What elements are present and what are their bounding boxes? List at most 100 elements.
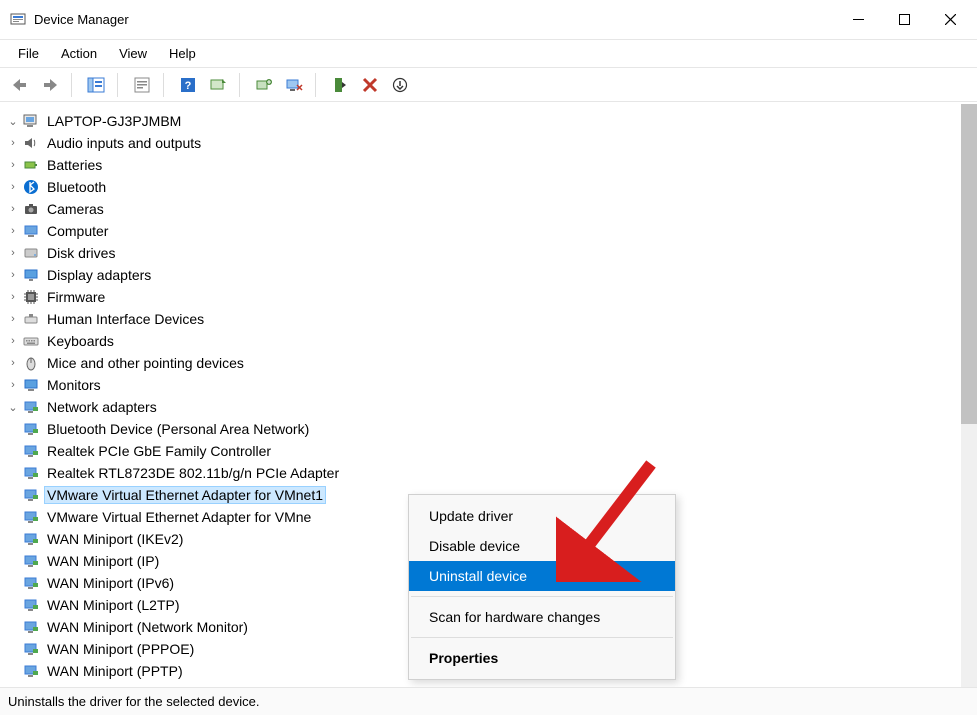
tree-device-label: WAN Miniport (Network Monitor) xyxy=(44,618,251,636)
expand-icon[interactable]: › xyxy=(6,379,20,391)
expand-icon[interactable]: › xyxy=(6,181,20,193)
tree-device-label: WAN Miniport (IP) xyxy=(44,552,162,570)
tree-category[interactable]: › Cameras xyxy=(6,198,977,220)
menu-view[interactable]: View xyxy=(109,42,157,65)
network-adapter-icon xyxy=(22,508,40,526)
tree-device-label: WAN Miniport (PPPOE) xyxy=(44,640,197,658)
tree-category[interactable]: › Firmware xyxy=(6,286,977,308)
tree-category[interactable]: › Monitors xyxy=(6,374,977,396)
computer-root-icon xyxy=(22,112,40,130)
ctx-properties[interactable]: Properties xyxy=(409,643,675,673)
scrollbar-thumb[interactable] xyxy=(961,104,977,424)
bluetooth-icon xyxy=(22,178,40,196)
tree-category[interactable]: › Human Interface Devices xyxy=(6,308,977,330)
show-hide-tree-button[interactable] xyxy=(82,72,110,98)
tree-category[interactable]: › Disk drives xyxy=(6,242,977,264)
tree-category-network[interactable]: ⌄ Network adapters xyxy=(6,396,977,418)
tree-category[interactable]: › Computer xyxy=(6,220,977,242)
status-text: Uninstalls the driver for the selected d… xyxy=(8,694,259,709)
network-adapter-icon xyxy=(22,420,40,438)
expand-icon[interactable]: › xyxy=(6,269,20,281)
enable-device-button[interactable] xyxy=(326,72,354,98)
tree-device[interactable]: Realtek PCIe GbE Family Controller xyxy=(6,440,977,462)
expand-icon[interactable]: › xyxy=(6,247,20,259)
network-adapter-icon xyxy=(22,640,40,658)
tree-category[interactable]: › Audio inputs and outputs xyxy=(6,132,977,154)
tree-device-label: WAN Miniport (IKEv2) xyxy=(44,530,186,548)
tree-category-label: Human Interface Devices xyxy=(44,310,207,328)
expand-icon[interactable]: › xyxy=(6,203,20,215)
battery-icon xyxy=(22,156,40,174)
expand-icon[interactable]: › xyxy=(6,335,20,347)
window-title: Device Manager xyxy=(34,12,129,27)
tree-device[interactable]: Realtek RTL8723DE 802.11b/g/n PCIe Adapt… xyxy=(6,462,977,484)
back-button[interactable] xyxy=(6,72,34,98)
close-button[interactable] xyxy=(927,1,973,39)
menu-action[interactable]: Action xyxy=(51,42,107,65)
uninstall-device-button[interactable] xyxy=(356,72,384,98)
network-adapter-icon xyxy=(22,552,40,570)
minimize-button[interactable] xyxy=(835,1,881,39)
help-button[interactable]: ? xyxy=(174,72,202,98)
update-driver-button[interactable] xyxy=(250,72,278,98)
app-icon xyxy=(10,12,26,28)
disable-device-button[interactable] xyxy=(280,72,308,98)
properties-button[interactable] xyxy=(128,72,156,98)
tree-category-label: Network adapters xyxy=(44,398,160,416)
menu-bar: File Action View Help xyxy=(0,40,977,68)
tree-category-label: Mice and other pointing devices xyxy=(44,354,247,372)
tree-category[interactable]: › Mice and other pointing devices xyxy=(6,352,977,374)
tree-device-label: WAN Miniport (L2TP) xyxy=(44,596,183,614)
network-icon xyxy=(22,398,40,416)
tree-category-label: Computer xyxy=(44,222,111,240)
tree-category[interactable]: › Keyboards xyxy=(6,330,977,352)
context-menu: Update driver Disable device Uninstall d… xyxy=(408,494,676,680)
computer-icon xyxy=(22,222,40,240)
forward-button[interactable] xyxy=(36,72,64,98)
expand-icon[interactable]: › xyxy=(6,357,20,369)
ctx-uninstall-device[interactable]: Uninstall device xyxy=(409,561,675,591)
collapse-icon[interactable]: ⌄ xyxy=(6,401,20,414)
tree-root-label: LAPTOP-GJ3PJMBM xyxy=(44,112,184,130)
tree-device-label: VMware Virtual Ethernet Adapter for VMne xyxy=(44,508,314,526)
status-bar: Uninstalls the driver for the selected d… xyxy=(0,687,977,715)
tree-device-label: VMware Virtual Ethernet Adapter for VMne… xyxy=(44,486,326,504)
network-adapter-icon xyxy=(22,464,40,482)
tree-category-label: Display adapters xyxy=(44,266,154,284)
network-adapter-icon xyxy=(22,662,40,680)
ctx-update-driver[interactable]: Update driver xyxy=(409,501,675,531)
tree-category[interactable]: › Display adapters xyxy=(6,264,977,286)
menu-help[interactable]: Help xyxy=(159,42,206,65)
ctx-disable-device[interactable]: Disable device xyxy=(409,531,675,561)
tree-category-label: Monitors xyxy=(44,376,104,394)
network-adapter-icon xyxy=(22,618,40,636)
network-adapter-icon xyxy=(22,486,40,504)
speaker-icon xyxy=(22,134,40,152)
add-legacy-button[interactable] xyxy=(386,72,414,98)
maximize-button[interactable] xyxy=(881,1,927,39)
expand-icon[interactable]: › xyxy=(6,313,20,325)
disk-icon xyxy=(22,244,40,262)
menu-file[interactable]: File xyxy=(8,42,49,65)
ctx-scan-hardware[interactable]: Scan for hardware changes xyxy=(409,602,675,632)
tree-category[interactable]: › Batteries xyxy=(6,154,977,176)
tree-device-label: WAN Miniport (IPv6) xyxy=(44,574,177,592)
expand-icon[interactable]: › xyxy=(6,225,20,237)
camera-icon xyxy=(22,200,40,218)
collapse-icon[interactable]: ⌄ xyxy=(6,115,20,128)
firmware-icon xyxy=(22,288,40,306)
expand-icon[interactable]: › xyxy=(6,291,20,303)
toolbar: ? xyxy=(0,68,977,102)
scan-hardware-button[interactable] xyxy=(204,72,232,98)
tree-category[interactable]: › Bluetooth xyxy=(6,176,977,198)
tree-device[interactable]: Bluetooth Device (Personal Area Network) xyxy=(6,418,977,440)
monitor-icon xyxy=(22,376,40,394)
tree-root[interactable]: ⌄ LAPTOP-GJ3PJMBM xyxy=(6,110,977,132)
vertical-scrollbar[interactable] xyxy=(961,104,977,687)
tree-device-label: WAN Miniport (PPTP) xyxy=(44,662,186,680)
display-icon xyxy=(22,266,40,284)
expand-icon[interactable]: › xyxy=(6,137,20,149)
tree-category-label: Firmware xyxy=(44,288,108,306)
network-adapter-icon xyxy=(22,596,40,614)
expand-icon[interactable]: › xyxy=(6,159,20,171)
